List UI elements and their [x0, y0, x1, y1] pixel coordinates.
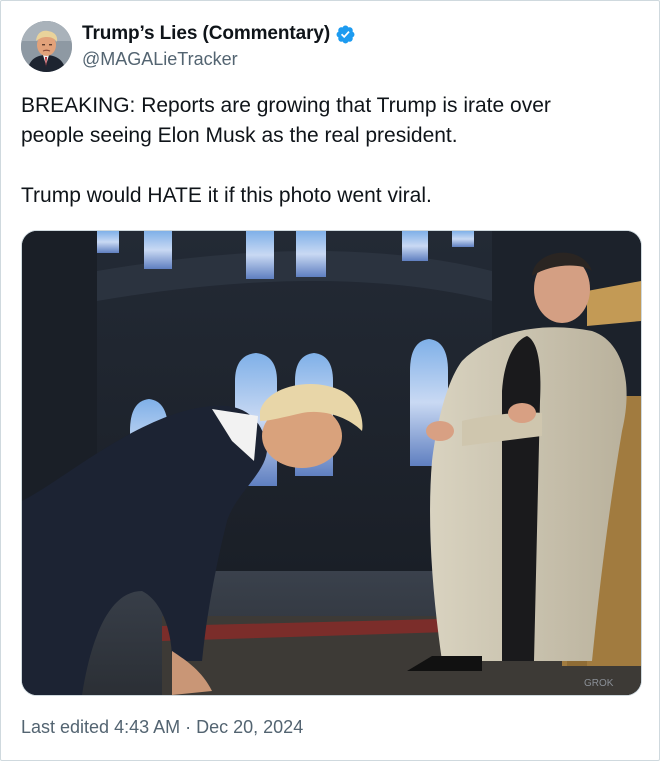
author-display-name[interactable]: Trump’s Lies (Commentary): [82, 23, 330, 45]
cathedral-scene-image: GROK: [22, 231, 641, 695]
tweet-paragraph: Trump would HATE it if this photo went v…: [21, 184, 432, 207]
author-name-row[interactable]: Trump’s Lies (Commentary): [82, 23, 356, 45]
avatar[interactable]: [21, 21, 72, 72]
tweet-date[interactable]: Dec 20, 2024: [196, 717, 303, 738]
tweet-header: Trump’s Lies (Commentary) @MAGALieTracke…: [21, 19, 621, 75]
mugshot-avatar-icon: [21, 21, 72, 72]
tweet-footer: Last edited 4:43 AM · Dec 20, 2024: [21, 717, 303, 738]
author-handle[interactable]: @MAGALieTracker: [82, 49, 238, 70]
tweet-text: BREAKING: Reports are growing that Trump…: [21, 91, 641, 211]
tweet-time[interactable]: 4:43 AM: [114, 717, 180, 738]
tweet-paragraph: BREAKING: Reports are growing that Trump…: [21, 94, 551, 147]
image-watermark: GROK: [584, 678, 614, 689]
tweet-card: Trump’s Lies (Commentary) @MAGALieTracke…: [0, 0, 660, 761]
footer-separator: ·: [185, 717, 192, 737]
verified-badge-icon: [336, 25, 355, 43]
tweet-media-image[interactable]: GROK: [21, 230, 642, 696]
edited-label[interactable]: Last edited: [21, 717, 109, 738]
